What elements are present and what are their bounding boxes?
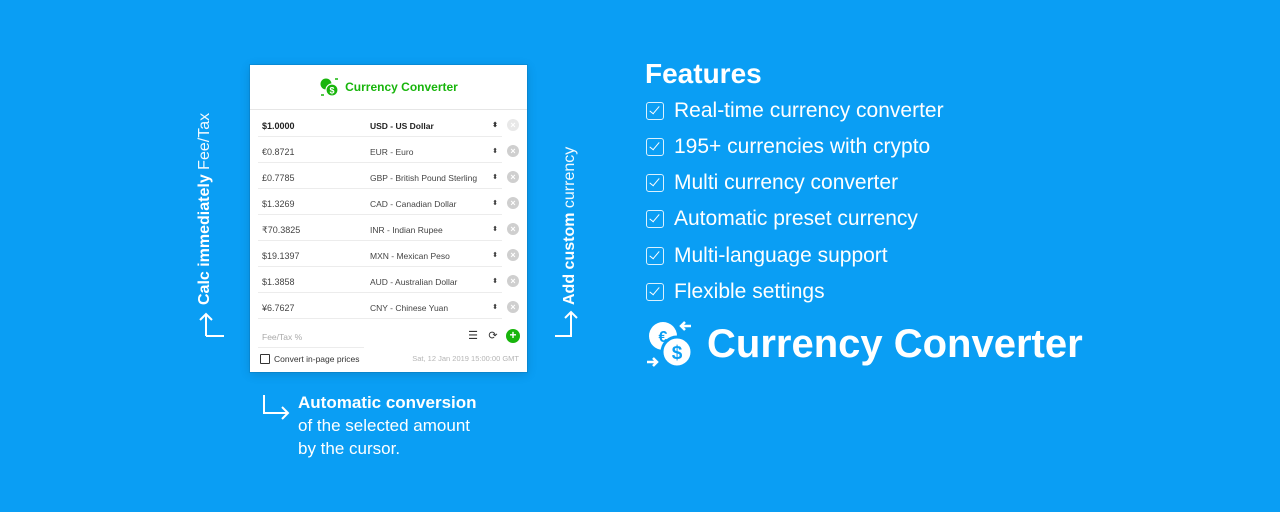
feature-item: Flexible settings [646,277,825,307]
currency-logo-icon: $ [320,78,339,97]
currency-row: $1.3858 AUD - Australian Dollar ⬍ × [258,272,522,294]
annotation-auto-conversion: Automatic conversion of the selected amo… [298,391,477,460]
close-circle-icon[interactable]: × [507,249,519,261]
svg-text:$: $ [330,86,335,96]
currency-select[interactable]: GBP - British Pound Sterling ⬍ [364,168,502,189]
annotation-add-currency: Add custom currency [561,147,579,305]
select-arrows-icon: ⬍ [492,278,498,285]
annotation-calc-bold: Calc immediately [196,174,213,305]
select-arrows-icon: ⬍ [492,252,498,259]
annotation-auto-bold: Automatic conversion [298,393,477,412]
close-circle-icon[interactable]: × [507,119,519,131]
currency-select-value: CNY - Chinese Yuan [370,303,449,313]
currency-select[interactable]: CAD - Canadian Dollar ⬍ [364,194,502,215]
currency-row: $1.0000 USD - US Dollar ⬍ × [258,116,522,138]
close-circle-icon[interactable]: × [507,145,519,157]
currency-select-value: USD - US Dollar [370,121,434,131]
currency-select-value: CAD - Canadian Dollar [370,199,457,209]
currency-row: £0.7785 GBP - British Pound Sterling ⬍ × [258,168,522,190]
select-arrows-icon: ⬍ [492,122,498,129]
select-arrows-icon: ⬍ [492,200,498,207]
feature-item: Automatic preset currency [646,204,918,234]
currency-select[interactable]: EUR - Euro ⬍ [364,142,502,163]
fee-tax-input[interactable]: Fee/Tax % [258,327,364,348]
arrow-up-icon [555,310,578,337]
checkbox-checked-icon [646,102,664,120]
amount-input[interactable]: €0.8721 [258,142,364,163]
rates-timestamp: Sat, 12 Jan 2019 15:00:00 GMT [412,354,519,363]
checkbox-checked-icon [646,210,664,228]
feature-item: 195+ currencies with crypto [646,132,930,162]
popup-title: Currency Converter [345,80,458,94]
feature-label: Multi currency converter [674,171,899,194]
currency-select[interactable]: CNY - Chinese Yuan ⬍ [364,298,502,319]
feature-label: Flexible settings [674,280,825,303]
amount-input[interactable]: ¥6.7627 [258,298,364,319]
currency-select[interactable]: INR - Indian Rupee ⬍ [364,220,502,241]
popup-footer: Convert in-page prices Sat, 12 Jan 2019 … [260,352,519,368]
features-title: Features [645,58,762,89]
currency-logo-icon: € $ [647,321,694,369]
checkbox-checked-icon [646,283,664,301]
currency-select-value: GBP - British Pound Sterling [370,173,478,183]
feature-item: Multi-language support [646,241,888,271]
checkbox-checked-icon [646,174,664,192]
arrow-up-icon [199,312,224,337]
currency-row: $19.1397 MXN - Mexican Peso ⬍ × [258,246,522,268]
refresh-currency-icon[interactable]: ⟳ [486,329,500,343]
close-circle-icon[interactable]: × [507,301,519,313]
feature-label: Multi-language support [674,244,888,267]
select-arrows-icon: ⬍ [492,148,498,155]
close-circle-icon[interactable]: × [507,275,519,287]
currency-row: ¥6.7627 CNY - Chinese Yuan ⬍ × [258,298,522,320]
currency-select-value: MXN - Mexican Peso [370,251,450,261]
close-circle-icon[interactable]: × [507,223,519,235]
amount-input[interactable]: $1.0000 [258,116,364,137]
popup-header: $ Currency Converter [250,65,527,110]
feature-label: Automatic preset currency [674,207,918,230]
annotation-auto-line2: of the selected amount [298,416,471,435]
extension-popup: $ Currency Converter $1.0000 USD - US Do… [250,65,527,372]
annotation-add-light: currency [561,146,578,209]
feature-label: 195+ currencies with crypto [674,135,931,158]
amount-input[interactable]: $1.3858 [258,272,364,293]
feature-item: Multi currency converter [646,168,898,198]
select-arrows-icon: ⬍ [492,304,498,311]
annotation-add-bold: Add custom [561,212,578,305]
feature-item: Real-time currency converter [646,96,944,126]
select-arrows-icon: ⬍ [492,226,498,233]
sliders-icon[interactable]: ☰ [466,329,480,343]
amount-input[interactable]: $1.3269 [258,194,364,215]
currency-select-value: AUD - Australian Dollar [370,277,458,287]
brand-name: Currency Converter [707,321,1083,366]
brand: € $ Currency Converter [645,318,1083,370]
currency-select-value: INR - Indian Rupee [370,225,443,235]
currency-row: €0.8721 EUR - Euro ⬍ × [258,142,522,164]
select-arrows-icon: ⬍ [492,174,498,181]
convert-in-page-checkbox[interactable] [260,354,270,364]
feature-label: Real-time currency converter [674,99,944,122]
amount-input[interactable]: $19.1397 [258,246,364,267]
annotation-auto-line3: by the cursor. [298,439,401,458]
currency-select[interactable]: MXN - Mexican Peso ⬍ [364,246,502,267]
amount-input[interactable]: £0.7785 [258,168,364,189]
close-circle-icon[interactable]: × [507,171,519,183]
currency-row: $1.3269 CAD - Canadian Dollar ⬍ × [258,194,522,216]
convert-in-page-label[interactable]: Convert in-page prices [274,352,360,366]
svg-text:$: $ [672,343,683,364]
currency-row: ₹70.3825 INR - Indian Rupee ⬍ × [258,220,522,242]
arrow-right-icon [263,395,290,420]
currency-select[interactable]: AUD - Australian Dollar ⬍ [364,272,502,293]
currency-select-value: EUR - Euro [370,147,414,157]
checkbox-checked-icon [646,138,664,156]
checkbox-checked-icon [646,247,664,265]
amount-input[interactable]: ₹70.3825 [258,220,364,241]
plus-circle-icon[interactable]: + [506,329,520,343]
annotation-calc-light: Fee/Tax [196,112,213,170]
annotation-calc-fee: Calc immediately Fee/Tax [196,113,214,305]
close-circle-icon[interactable]: × [507,197,519,209]
currency-select[interactable]: USD - US Dollar ⬍ [364,116,502,137]
